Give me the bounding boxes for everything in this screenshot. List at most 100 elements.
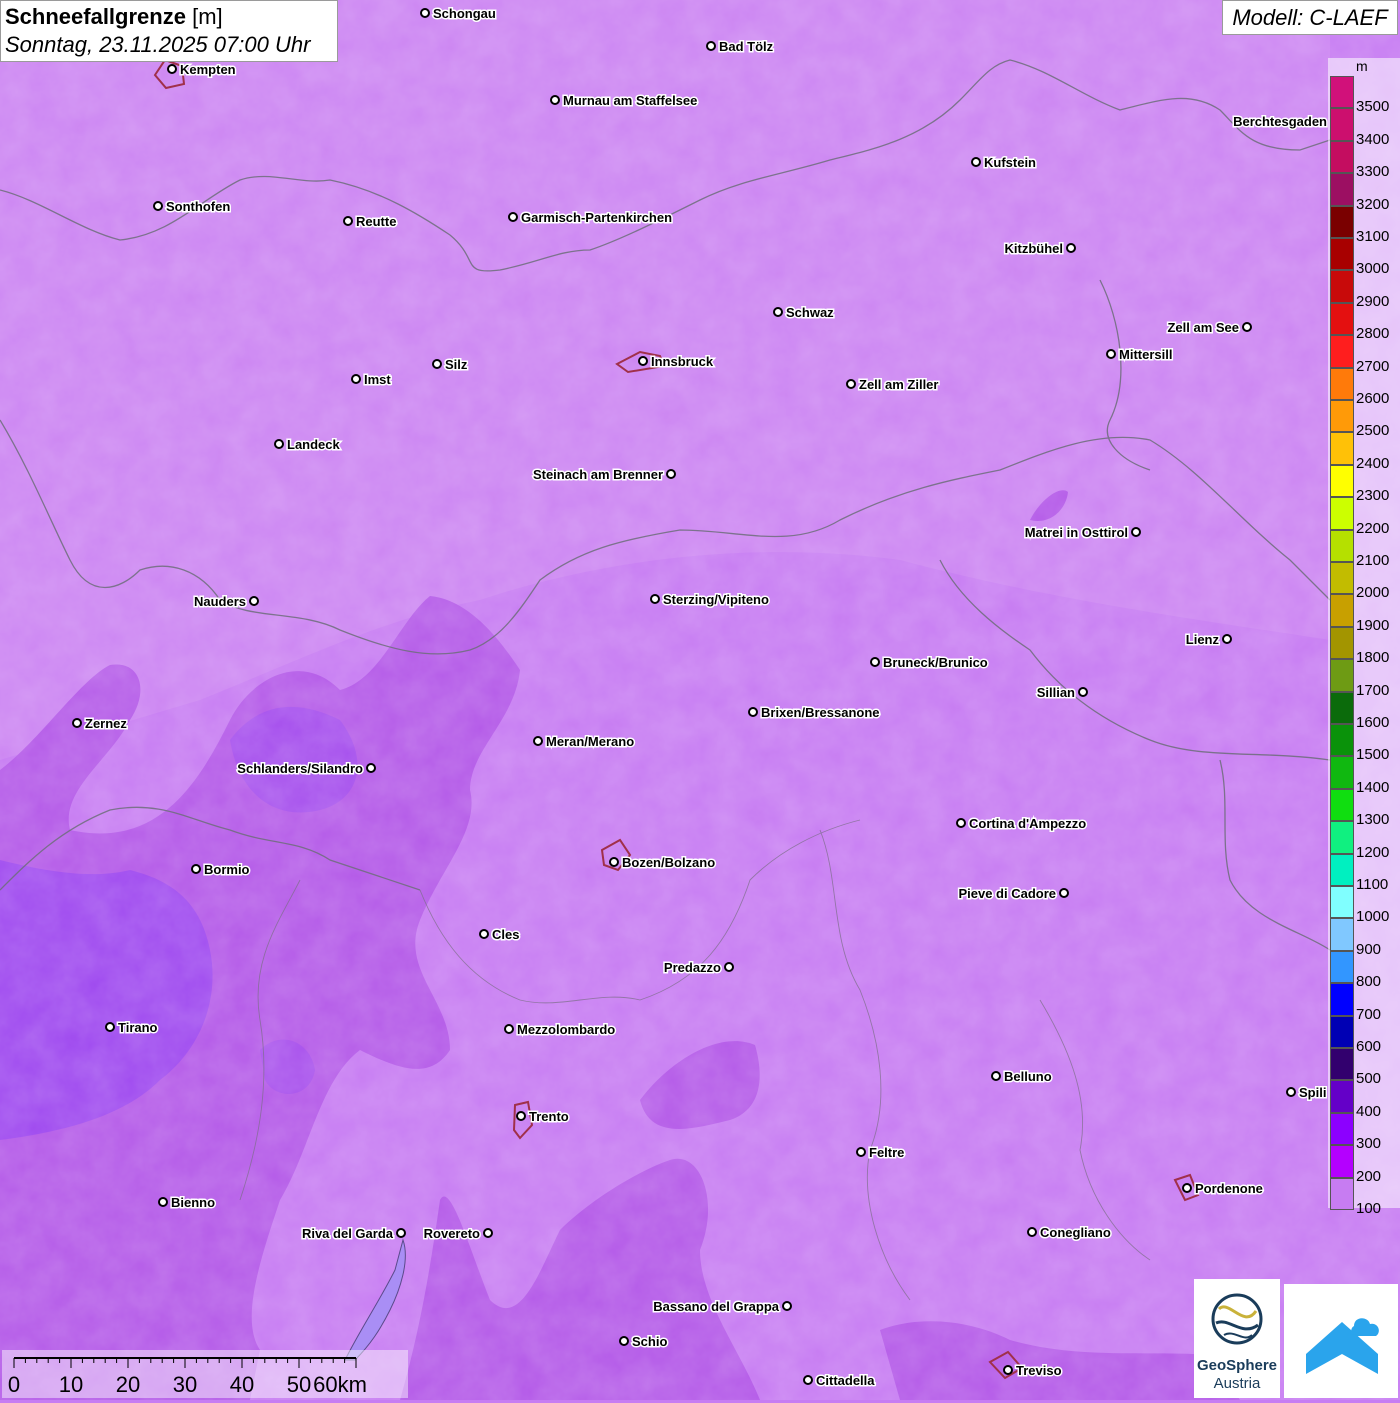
city-marker[interactable]: Mezzolombardo: [504, 1021, 617, 1039]
city-marker[interactable]: Sonthofen: [153, 198, 232, 216]
city-marker[interactable]: Schongau: [420, 5, 497, 23]
title-box: Schneefallgrenze [m] Sonntag, 23.11.2025…: [0, 0, 338, 62]
city-label: Trento: [529, 1109, 569, 1124]
city-marker[interactable]: Pordenone: [1182, 1180, 1264, 1198]
color-legend: m 3500 3400 3300 3200 3100 3000 2900 2800 2700 26…: [1328, 58, 1400, 1217]
city-dot: [1182, 1183, 1192, 1193]
city-dot: [504, 1024, 514, 1034]
city-marker[interactable]: Innsbruck: [638, 353, 715, 371]
city-marker[interactable]: Garmisch-Partenkirchen: [508, 209, 674, 227]
city-dot: [249, 596, 259, 606]
city-marker[interactable]: Riva del Garda: [300, 1225, 406, 1243]
city-marker[interactable]: Cortina d'Ampezzo: [956, 815, 1088, 833]
legend-label: 1500: [1356, 746, 1390, 764]
legend-label: 300: [1356, 1135, 1382, 1153]
city-marker[interactable]: Murnau am Staffelsee: [550, 92, 699, 110]
city-dot: [167, 64, 177, 74]
city-marker[interactable]: Matrei in Osttirol: [1023, 524, 1141, 542]
legend-swatch: [1330, 140, 1354, 174]
city-marker[interactable]: Berchtesgaden: [1232, 113, 1340, 131]
city-marker[interactable]: Bruneck/Brunico: [870, 654, 989, 672]
city-marker[interactable]: Steinach am Brenner: [531, 466, 676, 484]
city-label: Sterzing/Vipiteno: [663, 592, 769, 607]
city-marker[interactable]: Bozen/Bolzano: [609, 854, 717, 872]
city-dot: [343, 216, 353, 226]
city-marker[interactable]: Bassano del Grappa: [652, 1298, 792, 1316]
city-dot: [396, 1228, 406, 1238]
city-label: Bad Tölz: [719, 39, 774, 54]
legend-label: 2300: [1356, 487, 1390, 505]
city-label: Silz: [445, 357, 468, 372]
legend-swatch: [1330, 853, 1354, 886]
cloud-logo[interactable]: [1284, 1284, 1398, 1398]
legend-swatch: [1330, 788, 1354, 822]
city-dot: [1003, 1365, 1013, 1375]
legend-swatch: [1330, 302, 1354, 336]
city-label: Bruneck/Brunico: [883, 655, 988, 670]
city-marker[interactable]: Sterzing/Vipiteno: [650, 591, 770, 609]
city-dot: [846, 379, 856, 389]
city-marker[interactable]: Meran/Merano: [533, 733, 636, 751]
city-dot: [856, 1147, 866, 1157]
legend-swatch: [1330, 1015, 1354, 1048]
legend-label: 3300: [1356, 163, 1390, 181]
geosphere-logo[interactable]: GeoSphere Austria: [1194, 1279, 1280, 1398]
city-label: Steinach am Brenner: [533, 467, 663, 482]
city-dot: [803, 1375, 813, 1385]
legend-swatch: [1330, 1048, 1354, 1081]
city-label: Pordenone: [1195, 1181, 1263, 1196]
legend-swatch: [1330, 173, 1354, 206]
map-canvas[interactable]: Schongau Bad Tölz Kempten Murnau am Staffel…: [0, 0, 1400, 1400]
city-marker[interactable]: Zell am See: [1166, 319, 1252, 337]
legend-label: 3000: [1356, 260, 1390, 278]
city-dot: [533, 736, 543, 746]
city-label: Schlanders/Silandro: [237, 761, 363, 776]
city-dot: [971, 157, 981, 167]
city-dot: [956, 818, 966, 828]
city-dot: [782, 1301, 792, 1311]
city-label: Kempten: [180, 62, 236, 77]
legend-label: 1900: [1356, 616, 1390, 634]
city-marker[interactable]: Conegliano: [1027, 1224, 1112, 1242]
scale-label: 40: [230, 1372, 254, 1397]
city-label: Schwaz: [786, 305, 834, 320]
city-marker[interactable]: Pieve di Cadore: [957, 885, 1069, 903]
city-label: Imst: [364, 372, 391, 387]
legend-swatch: [1330, 497, 1354, 530]
city-label: Berchtesgaden: [1233, 114, 1327, 129]
city-label: Rovereto: [424, 1226, 480, 1241]
legend-label: 2400: [1356, 454, 1390, 472]
city-label: Sillian: [1037, 685, 1075, 700]
legend-swatch: [1330, 659, 1354, 692]
city-dot: [870, 657, 880, 667]
geosphere-logo-icon: [1211, 1293, 1263, 1345]
legend-label: 2100: [1356, 552, 1390, 569]
legend-label: 500: [1356, 1070, 1382, 1088]
city-label: Pieve di Cadore: [958, 886, 1056, 901]
city-marker[interactable]: Zell am Ziller: [846, 376, 940, 394]
legend-swatch: [1330, 918, 1354, 951]
legend-label: 3200: [1356, 195, 1390, 213]
city-marker[interactable]: Schlanders/Silandro: [236, 760, 376, 778]
city-dot: [1027, 1227, 1037, 1237]
map-title: Schneefallgrenze: [5, 4, 186, 29]
legend-swatch: [1330, 238, 1354, 271]
city-label: Mittersill: [1119, 347, 1172, 362]
legend-swatch: [1330, 983, 1354, 1016]
city-dot: [105, 1022, 115, 1032]
city-dot: [508, 212, 518, 222]
city-label: Cortina d'Ampezzo: [969, 816, 1086, 831]
legend-label: 400: [1356, 1102, 1382, 1120]
legend-swatch: [1330, 432, 1354, 465]
city-dot: [191, 864, 201, 874]
city-marker[interactable]: Brixen/Bressanone: [748, 704, 881, 722]
legend-label: 700: [1356, 1005, 1382, 1023]
legend-swatch: [1330, 270, 1354, 303]
city-dot: [72, 718, 82, 728]
legend-label: 200: [1356, 1167, 1382, 1185]
city-label: Schongau: [433, 6, 496, 21]
city-label: Tirano: [118, 1020, 158, 1035]
legend-swatch: [1330, 594, 1354, 627]
scale-label: 0: [8, 1372, 20, 1397]
city-label: Brixen/Bressanone: [761, 705, 880, 720]
